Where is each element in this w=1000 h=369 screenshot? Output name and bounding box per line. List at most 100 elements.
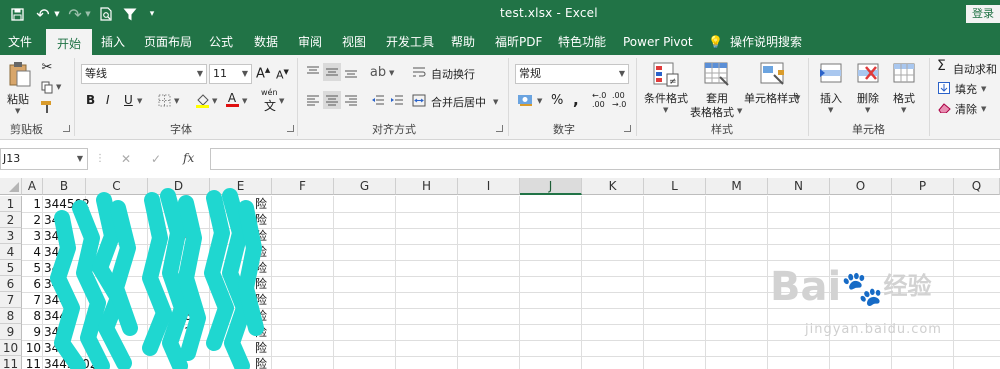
clear-dropdown-icon[interactable]: ▼ — [981, 105, 986, 113]
column-header[interactable]: I — [458, 178, 520, 195]
column-header-selected[interactable]: J — [520, 178, 582, 195]
wrap-text-icon[interactable] — [411, 64, 427, 80]
login-button[interactable]: 登录 — [966, 5, 1000, 23]
font-launcher[interactable] — [287, 125, 294, 132]
clipboard-launcher[interactable] — [63, 125, 70, 132]
tab-view[interactable]: 视图 — [342, 29, 366, 55]
delete-button[interactable]: 删除 — [857, 90, 879, 106]
percent-button[interactable]: % — [551, 93, 563, 108]
filter-icon[interactable] — [121, 5, 139, 23]
delete-cells-icon[interactable] — [855, 60, 881, 86]
tab-home[interactable]: 开始 — [46, 29, 93, 55]
column-header[interactable]: N — [768, 178, 830, 195]
insert-cells-icon[interactable] — [818, 60, 844, 86]
undo-icon[interactable]: ↶ — [34, 5, 52, 24]
tab-page-layout[interactable]: 页面布局 — [144, 29, 192, 55]
font-size-combo[interactable]: 11 ▼ — [209, 64, 252, 84]
column-header[interactable]: Q — [954, 178, 1000, 195]
tab-file[interactable]: 文件 — [8, 29, 32, 55]
grow-font-button[interactable]: A▲ — [256, 66, 270, 81]
insert-function-button[interactable]: fx — [183, 151, 194, 165]
orientation-dropdown-icon[interactable]: ▼ — [389, 69, 394, 77]
font-color-dropdown-icon[interactable]: ▼ — [242, 97, 247, 105]
underline-dropdown-icon[interactable]: ▼ — [137, 97, 142, 105]
cell-styles-icon[interactable] — [759, 60, 787, 88]
format-as-table-dropdown-icon[interactable]: ▼ — [737, 107, 742, 115]
increase-decimal-button[interactable]: ←.0 .00 — [592, 91, 610, 109]
tab-help[interactable]: 帮助 — [451, 29, 475, 55]
cut-icon[interactable]: ✂ — [39, 59, 55, 75]
fill-down-icon[interactable] — [937, 81, 951, 95]
format-as-table-button[interactable]: 表格格式 — [690, 104, 734, 120]
conditional-format-dropdown-icon[interactable]: ▼ — [663, 106, 668, 114]
orientation-icon[interactable]: ab — [369, 63, 387, 81]
tab-data[interactable]: 数据 — [254, 29, 278, 55]
cell-styles-button[interactable]: 单元格样式 — [744, 90, 799, 106]
format-dropdown-icon[interactable]: ▼ — [901, 106, 906, 114]
border-dropdown-icon[interactable]: ▼ — [174, 97, 179, 105]
autosum-icon[interactable]: Σ — [937, 58, 946, 74]
worksheet-grid[interactable]: A B C D E F G H I J K L M N O P Q 1 2 3 … — [0, 178, 1000, 369]
align-left-icon[interactable] — [304, 91, 322, 109]
comma-button[interactable]: , — [573, 91, 579, 109]
delete-dropdown-icon[interactable]: ▼ — [865, 106, 870, 114]
middle-align-icon[interactable] — [323, 63, 341, 81]
fill-button[interactable]: 填充 — [955, 81, 977, 97]
shrink-font-button[interactable]: A▼ — [276, 68, 289, 82]
number-format-combo[interactable]: 常规 ▼ — [515, 64, 629, 84]
formula-input[interactable] — [210, 148, 1000, 170]
format-cells-icon[interactable] — [891, 60, 917, 86]
name-box[interactable]: J13 ▼ — [0, 148, 88, 170]
font-name-combo[interactable]: 等线 ▼ — [81, 64, 207, 84]
tab-developer[interactable]: 开发工具 — [386, 29, 434, 55]
alignment-launcher[interactable] — [496, 125, 503, 132]
tab-review[interactable]: 审阅 — [298, 29, 322, 55]
save-icon[interactable] — [8, 5, 26, 23]
paste-dropdown-icon[interactable]: ▼ — [15, 107, 20, 115]
paste-button[interactable]: 粘贴 — [7, 91, 29, 107]
column-header[interactable]: P — [892, 178, 954, 195]
print-preview-icon[interactable] — [97, 5, 115, 23]
insert-dropdown-icon[interactable]: ▼ — [828, 106, 833, 114]
top-align-icon[interactable] — [304, 63, 322, 81]
font-color-icon[interactable]: A — [225, 91, 239, 107]
conditional-format-icon[interactable]: ≠ — [652, 60, 680, 88]
redo-icon[interactable]: ↷ — [66, 5, 84, 24]
accounting-format-icon[interactable] — [516, 92, 534, 108]
decrease-indent-icon[interactable] — [369, 91, 387, 109]
accounting-dropdown-icon[interactable]: ▼ — [537, 97, 542, 105]
wrap-text-button[interactable]: 自动换行 — [431, 66, 475, 82]
bottom-align-icon[interactable] — [342, 63, 360, 81]
undo-dropdown-icon[interactable]: ▼ — [53, 5, 61, 23]
tab-foxit-pdf[interactable]: 福昕PDF — [495, 29, 542, 55]
clear-button[interactable]: 清除 — [955, 101, 977, 117]
align-center-icon[interactable] — [323, 91, 341, 109]
paste-icon[interactable] — [6, 60, 34, 88]
column-header[interactable]: G — [334, 178, 396, 195]
copy-icon[interactable] — [39, 79, 55, 95]
cancel-button[interactable]: ✕ — [121, 152, 131, 166]
merge-center-icon[interactable] — [411, 92, 427, 108]
copy-dropdown-icon[interactable]: ▼ — [56, 83, 61, 91]
autosum-button[interactable]: 自动求和 — [953, 61, 997, 77]
number-launcher[interactable] — [624, 125, 631, 132]
enter-button[interactable]: ✓ — [151, 152, 161, 166]
cell-styles-dropdown-icon[interactable]: ▼ — [795, 94, 800, 102]
increase-indent-icon[interactable] — [388, 91, 406, 109]
fill-dropdown-icon[interactable]: ▼ — [981, 85, 986, 93]
customize-icon[interactable]: ▾ — [146, 5, 158, 23]
eraser-icon[interactable] — [937, 101, 951, 115]
fill-color-icon[interactable] — [194, 92, 210, 108]
italic-button[interactable]: I — [106, 93, 110, 107]
column-header[interactable]: K — [582, 178, 644, 195]
merge-dropdown-icon[interactable]: ▼ — [493, 98, 498, 106]
phonetic-button[interactable]: wén — [261, 88, 278, 97]
redo-dropdown-icon[interactable]: ▼ — [84, 5, 92, 23]
align-right-icon[interactable] — [342, 91, 360, 109]
merge-center-button[interactable]: 合并后居中 — [431, 94, 486, 110]
column-header[interactable]: L — [644, 178, 706, 195]
underline-button[interactable]: U — [124, 93, 133, 107]
tab-insert[interactable]: 插入 — [101, 29, 125, 55]
insert-button[interactable]: 插入 — [820, 90, 842, 106]
column-header[interactable]: M — [706, 178, 768, 195]
